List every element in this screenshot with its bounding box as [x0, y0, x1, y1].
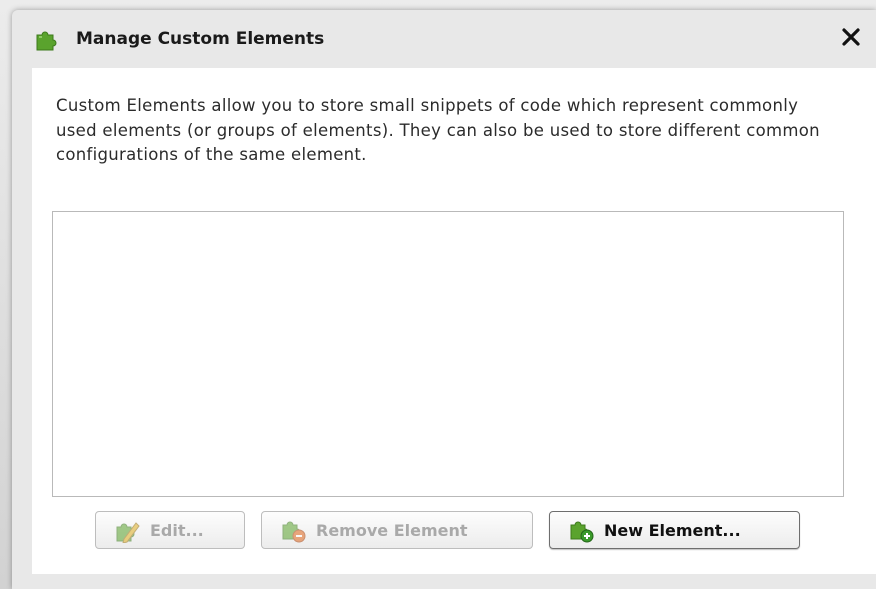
- puzzle-pencil-icon: [116, 522, 140, 543]
- dialog-title: Manage Custom Elements: [76, 29, 325, 49]
- dialog-content: Custom Elements allow you to store small…: [32, 68, 876, 574]
- remove-element-button-label: Remove Element: [316, 520, 468, 540]
- puzzle-remove-icon: [282, 521, 306, 543]
- edit-button-label: Edit...: [150, 520, 204, 540]
- dialog-titlebar: Manage Custom Elements: [12, 10, 876, 68]
- edit-button[interactable]: Edit...: [95, 511, 245, 549]
- close-button[interactable]: [838, 24, 864, 50]
- dialog-description: Custom Elements allow you to store small…: [56, 96, 820, 164]
- new-element-button[interactable]: New Element...: [549, 511, 800, 549]
- close-icon: [842, 28, 860, 46]
- puzzle-add-icon: [570, 521, 594, 543]
- custom-elements-list[interactable]: [52, 211, 844, 497]
- manage-custom-elements-dialog: Manage Custom Elements Custom Elements a…: [12, 10, 876, 589]
- new-element-button-label: New Element...: [604, 520, 741, 540]
- remove-element-button[interactable]: Remove Element: [261, 511, 533, 549]
- puzzle-icon: [36, 31, 57, 51]
